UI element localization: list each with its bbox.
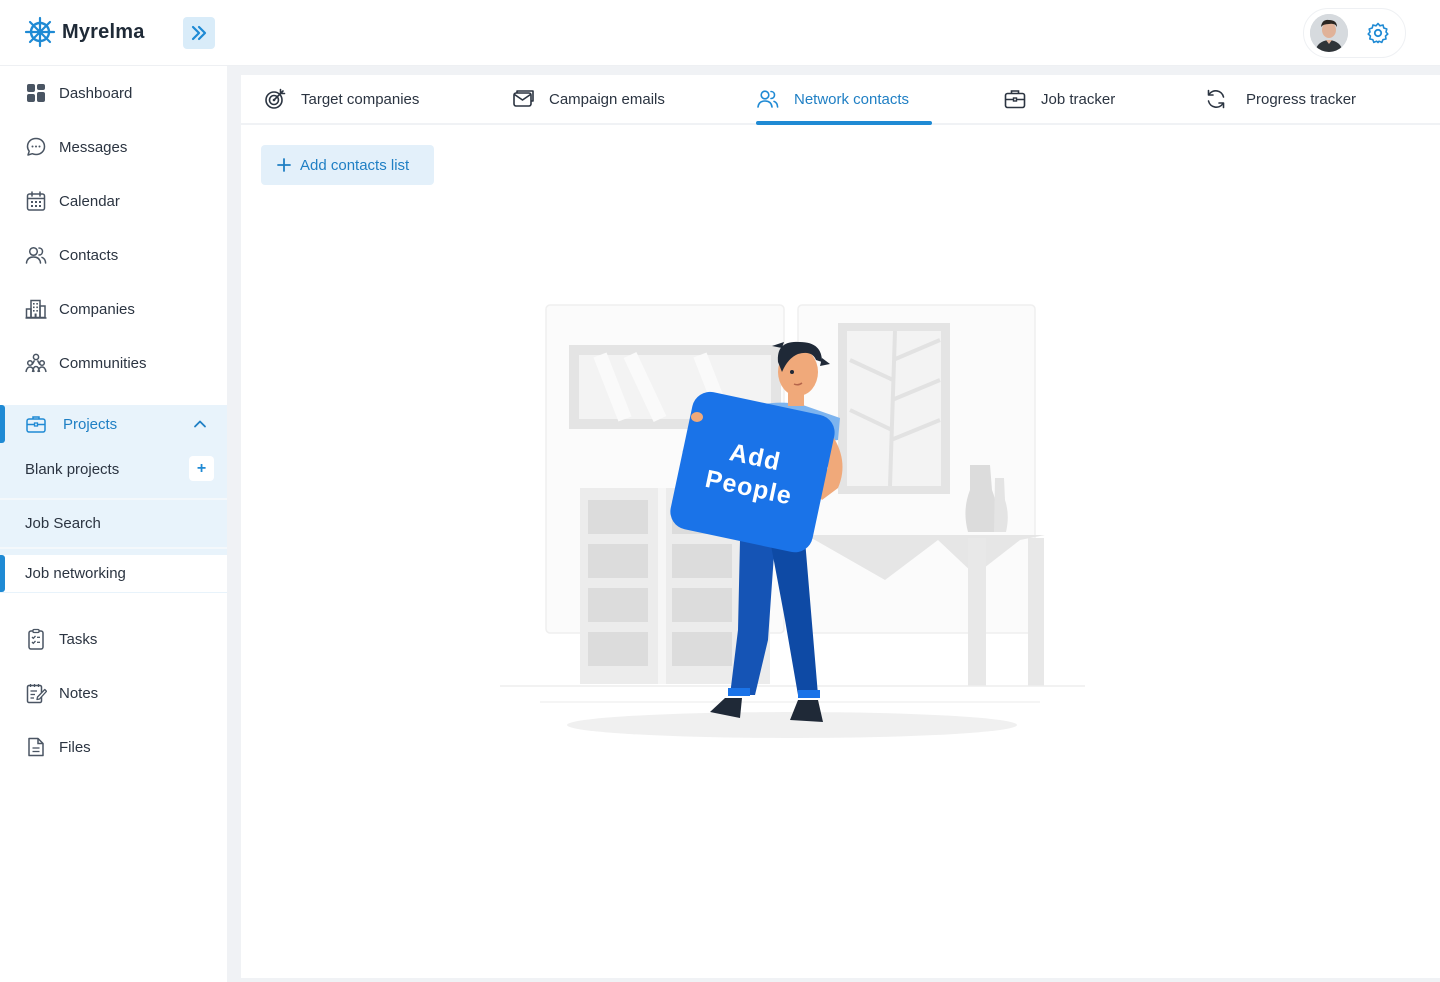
avatar-image: [1310, 14, 1348, 52]
clipboard-check-icon: [28, 628, 44, 650]
sidebar-item-label: Companies: [59, 300, 135, 318]
app-logo[interactable]: Myrelma: [24, 16, 145, 48]
ship-wheel-logo-icon: [24, 16, 56, 48]
sidebar-item-communities[interactable]: Communities: [0, 343, 227, 383]
people-icon: [25, 246, 47, 264]
sidebar-item-label: Contacts: [59, 246, 119, 264]
notes-icon: [26, 684, 47, 704]
bottom-gutter: [241, 978, 1440, 982]
sidebar-item-files[interactable]: Files: [0, 727, 227, 767]
add-contacts-list-button[interactable]: Add contacts list: [261, 145, 434, 185]
expand-sidebar-button[interactable]: [183, 17, 215, 49]
sidebar-item-label: Calendar: [59, 192, 120, 210]
chevrons-right-icon: [191, 25, 207, 41]
sidebar-gutter: [227, 66, 241, 982]
sidebar-item-projects[interactable]: Projects: [0, 405, 227, 443]
sidebar-item-label: Projects: [63, 415, 118, 433]
sidebar-item-label: Dashboard: [59, 84, 133, 102]
target-icon: [265, 88, 286, 109]
tab-label: Job tracker: [1041, 90, 1116, 108]
user-avatar[interactable]: [1310, 14, 1348, 52]
sidebar-item-label: Messages: [59, 138, 128, 156]
sidebar-item-messages[interactable]: Messages: [0, 127, 227, 167]
divider: [0, 498, 227, 500]
people-icon: [757, 90, 779, 108]
project-label: Job networking: [25, 565, 126, 582]
app-name: Myrelma: [62, 20, 145, 43]
main-content: Target companies Campaign emails Network…: [241, 75, 1440, 978]
tab-campaign-emails[interactable]: Campaign emails: [511, 75, 665, 123]
chat-bubble-icon: [26, 137, 46, 156]
tab-job-tracker[interactable]: Job tracker: [1003, 75, 1115, 123]
divider: [0, 547, 227, 549]
active-indicator: [0, 405, 5, 443]
sidebar-item-label: Communities: [59, 354, 147, 372]
sidebar-item-label: Notes: [59, 684, 99, 702]
tab-label: Campaign emails: [549, 90, 665, 108]
calendar-icon: [26, 191, 46, 211]
top-header: Myrelma: [0, 0, 1440, 66]
building-icon: [25, 299, 47, 319]
project-label: Blank projects: [25, 460, 120, 478]
settings-gear-icon[interactable]: [1366, 21, 1390, 45]
sidebar-item-tasks[interactable]: Tasks: [0, 619, 227, 659]
sidebar-item-calendar[interactable]: Calendar: [0, 181, 227, 221]
briefcase-icon: [26, 416, 46, 433]
tab-target-companies[interactable]: Target companies: [263, 75, 419, 123]
plus-icon: +: [196, 459, 207, 477]
add-people-illustration: Add People: [500, 304, 1085, 738]
active-tab-indicator: [756, 121, 932, 125]
top-gutter: [241, 66, 1440, 75]
refresh-icon: [1207, 89, 1225, 109]
project-job-networking[interactable]: Job networking: [0, 555, 227, 592]
briefcase-icon: [1004, 90, 1026, 109]
add-button-label: Add contacts list: [300, 156, 410, 174]
sidebar-item-label: Tasks: [59, 630, 98, 648]
add-project-button[interactable]: +: [189, 456, 214, 481]
active-indicator: [0, 555, 5, 592]
sidebar-item-label: Files: [59, 738, 91, 756]
sidebar-item-companies[interactable]: Companies: [0, 289, 227, 329]
dashboard-icon: [27, 84, 45, 102]
email-icon: [513, 90, 534, 107]
plus-icon: [277, 158, 291, 172]
chevron-up-icon[interactable]: [192, 416, 208, 432]
tab-label: Network contacts: [794, 90, 910, 108]
project-job-search[interactable]: Job Search: [0, 503, 227, 543]
project-label: Job Search: [25, 514, 101, 532]
file-icon: [28, 737, 44, 757]
sidebar-item-dashboard[interactable]: Dashboard: [0, 73, 227, 113]
sidebar-item-notes[interactable]: Notes: [0, 673, 227, 713]
tab-label: Progress tracker: [1246, 90, 1357, 108]
tab-network-contacts[interactable]: Network contacts: [756, 75, 909, 123]
tab-bar: Target companies Campaign emails Network…: [241, 75, 1440, 125]
user-controls: [1303, 8, 1406, 58]
tab-progress-tracker[interactable]: Progress tracker: [1204, 75, 1356, 123]
tab-label: Target companies: [301, 90, 420, 108]
sidebar-item-contacts[interactable]: Contacts: [0, 235, 227, 275]
community-icon: [25, 353, 47, 373]
